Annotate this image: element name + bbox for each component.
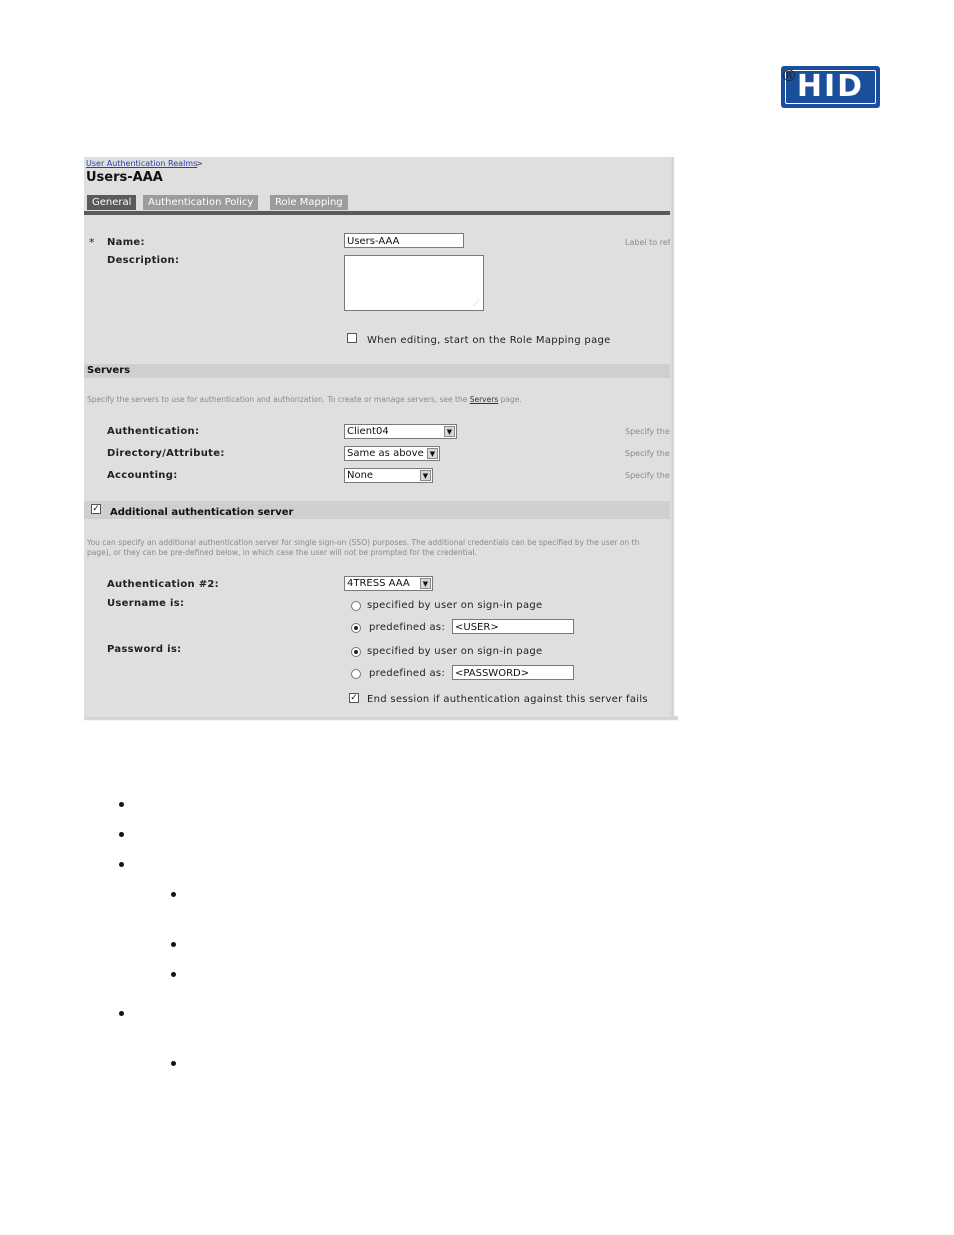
- authentication-hint: Specify the: [625, 427, 670, 436]
- password-specified-label: specified by user on sign-in page: [367, 646, 543, 657]
- directory-hint: Specify the: [625, 449, 670, 458]
- username-label: Username is:: [107, 598, 185, 609]
- auth2-select-value: 4TRESS AAA: [347, 578, 410, 589]
- additional-description-line1: You can specify an additional authentica…: [87, 538, 640, 547]
- required-marker: *: [89, 236, 95, 249]
- password-predefined-label: predefined as:: [369, 668, 446, 679]
- list-bullet: [119, 802, 124, 807]
- name-hint: Label to ref: [625, 238, 671, 247]
- list-bullet: [119, 832, 124, 837]
- auth2-select[interactable]: 4TRESS AAA ▼: [344, 576, 433, 591]
- registered-mark: ®: [781, 66, 797, 85]
- username-predefined-input[interactable]: <USER>: [452, 619, 574, 634]
- list-bullet: [171, 942, 176, 947]
- breadcrumb-separator: >: [196, 159, 203, 168]
- password-predefined-radio[interactable]: [351, 669, 361, 679]
- dropdown-arrow-icon[interactable]: ▼: [420, 470, 431, 481]
- tab-underline: [84, 211, 670, 215]
- realm-settings-panel: User Authentication Realms > Users-AAA G…: [84, 157, 678, 724]
- tab-authentication-policy[interactable]: Authentication Policy: [143, 195, 259, 210]
- authentication-select[interactable]: Client04 ▼: [344, 424, 457, 439]
- list-bullet: [171, 1061, 176, 1066]
- torn-edge-bottom: [84, 716, 678, 724]
- breadcrumb-link[interactable]: User Authentication Realms: [86, 159, 197, 168]
- accounting-select-value: None: [347, 470, 374, 481]
- auth2-label: Authentication #2:: [107, 579, 219, 590]
- servers-link[interactable]: Servers: [470, 395, 499, 404]
- servers-section-title: Servers: [87, 365, 131, 376]
- directory-select-value: Same as above: [347, 448, 424, 459]
- servers-description-suffix: page.: [500, 395, 522, 404]
- description-textarea[interactable]: ⋰: [344, 255, 484, 311]
- list-bullet: [171, 972, 176, 977]
- end-session-label: End session if authentication against th…: [367, 694, 648, 705]
- accounting-hint: Specify the: [625, 471, 670, 480]
- accounting-label: Accounting:: [107, 470, 178, 481]
- tab-role-mapping[interactable]: Role Mapping: [270, 195, 348, 210]
- directory-label: Directory/Attribute:: [107, 448, 225, 459]
- list-bullet: [119, 1011, 124, 1016]
- description-label: Description:: [107, 255, 180, 266]
- username-specified-radio[interactable]: [351, 601, 361, 611]
- end-session-checkbox[interactable]: ✓: [349, 693, 359, 703]
- username-specified-label: specified by user on sign-in page: [367, 600, 543, 611]
- password-predefined-input[interactable]: <PASSWORD>: [452, 665, 574, 680]
- additional-description-line2: page), or they can be pre-defined below,…: [87, 548, 477, 557]
- resize-grip-icon[interactable]: ⋰: [473, 299, 480, 307]
- dropdown-arrow-icon[interactable]: ▼: [444, 426, 455, 437]
- dropdown-arrow-icon[interactable]: ▼: [427, 448, 438, 459]
- directory-select[interactable]: Same as above ▼: [344, 446, 440, 461]
- servers-description-text: Specify the servers to use for authentic…: [87, 395, 468, 404]
- name-input[interactable]: Users-AAA: [344, 233, 464, 248]
- servers-description: Specify the servers to use for authentic…: [87, 395, 522, 404]
- page-title: Users-AAA: [86, 170, 163, 185]
- servers-section-header: [84, 364, 670, 378]
- list-bullet: [119, 862, 124, 867]
- torn-edge-right: [670, 157, 678, 724]
- role-mapping-checkbox[interactable]: [347, 333, 357, 343]
- list-bullet: [171, 892, 176, 897]
- name-label: Name:: [107, 237, 145, 248]
- username-predefined-radio[interactable]: [351, 623, 361, 633]
- authentication-select-value: Client04: [347, 426, 389, 437]
- tab-general[interactable]: General: [87, 195, 137, 210]
- password-specified-radio[interactable]: [351, 647, 361, 657]
- additional-section-title: Additional authentication server: [110, 507, 294, 518]
- role-mapping-checkbox-label: When editing, start on the Role Mapping …: [367, 335, 611, 346]
- password-label: Password is:: [107, 644, 182, 655]
- dropdown-arrow-icon[interactable]: ▼: [420, 578, 431, 589]
- username-predefined-label: predefined as:: [369, 622, 446, 633]
- authentication-label: Authentication:: [107, 426, 200, 437]
- accounting-select[interactable]: None ▼: [344, 468, 433, 483]
- additional-server-checkbox[interactable]: ✓: [91, 504, 101, 514]
